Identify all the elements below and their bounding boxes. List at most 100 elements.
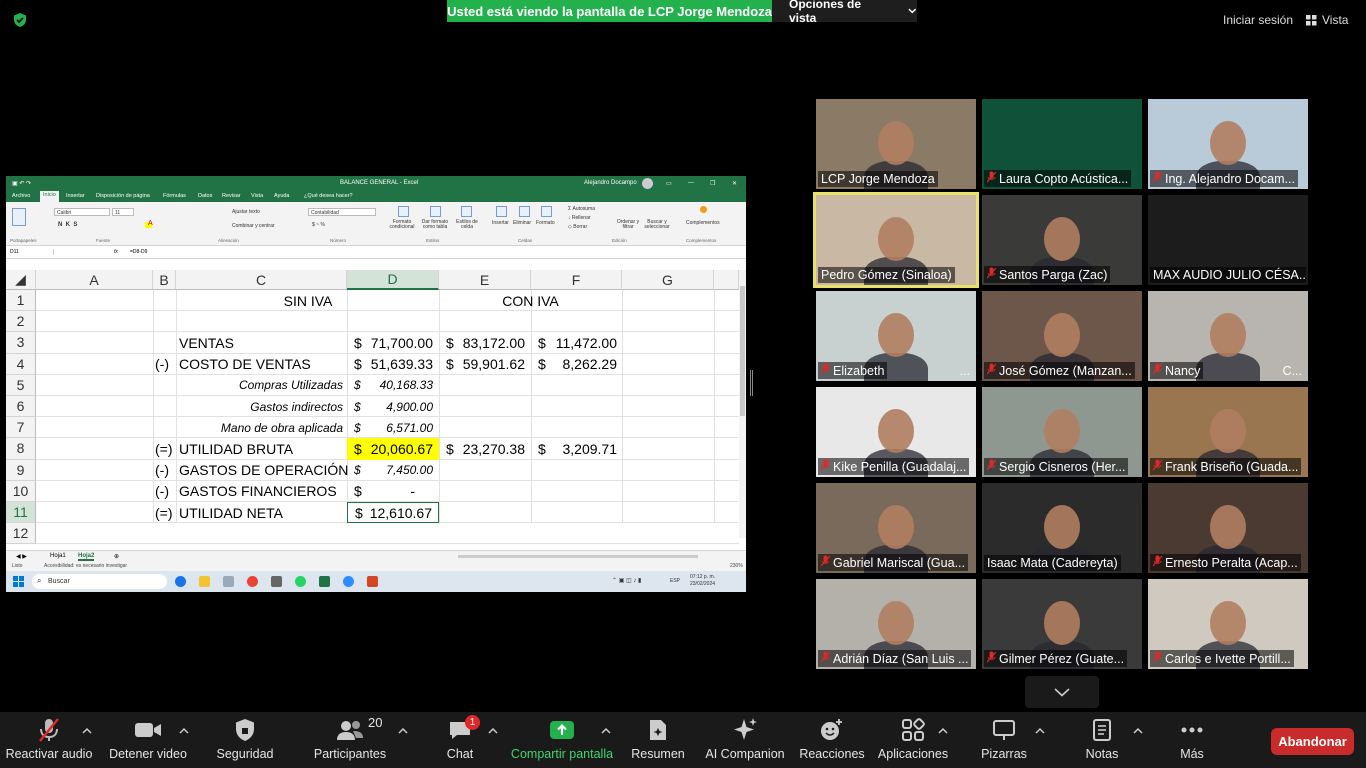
accessibility-status[interactable]: Accesibilidad: es necesario investigar bbox=[44, 563, 127, 569]
ai-companion-button[interactable]: AI Companion bbox=[702, 712, 788, 768]
cell-value-e[interactable]: $83,172.00 bbox=[439, 332, 531, 353]
addins-icon[interactable] bbox=[700, 206, 707, 213]
cell-label[interactable]: UTILIDAD NETA bbox=[179, 502, 347, 523]
stop-video-button[interactable]: Detener video bbox=[104, 712, 192, 768]
tab-revisar[interactable]: Revisar bbox=[222, 193, 241, 199]
format-cells-icon[interactable] bbox=[541, 206, 552, 217]
paste-icon[interactable] bbox=[12, 208, 26, 226]
more-button[interactable]: Más bbox=[1164, 712, 1220, 768]
apps-button[interactable]: Aplicaciones bbox=[874, 712, 952, 768]
tab-datos[interactable]: Datos bbox=[198, 193, 212, 199]
table-format-icon[interactable] bbox=[430, 206, 441, 217]
wrap-text-button[interactable]: Ajustar texto bbox=[232, 209, 260, 215]
cell-value-d[interactable]: $51,639.33 bbox=[347, 354, 439, 375]
cell-value-e[interactable]: $59,901.62 bbox=[439, 354, 531, 375]
row-header[interactable]: 5 bbox=[6, 374, 36, 396]
table-format-button[interactable]: Dar formato como tabla bbox=[420, 220, 450, 230]
minimize-icon[interactable]: — bbox=[688, 180, 694, 186]
calculator-icon[interactable] bbox=[271, 576, 282, 587]
insert-cells-button[interactable]: Insertar bbox=[492, 220, 509, 226]
video-options-caret-icon[interactable] bbox=[178, 726, 190, 736]
fill-button[interactable]: ↓ Rellenar bbox=[568, 215, 591, 221]
row-header[interactable]: 2 bbox=[6, 311, 36, 333]
chat-caret-icon[interactable] bbox=[487, 726, 499, 736]
conditional-format-icon[interactable] bbox=[398, 206, 409, 217]
row-header[interactable]: 11 bbox=[6, 502, 36, 524]
formula-input[interactable]: =D8-D9 bbox=[130, 249, 147, 255]
select-all-corner[interactable]: ◢ bbox=[6, 270, 36, 290]
row-header[interactable]: 6 bbox=[6, 396, 36, 418]
cell-label[interactable]: UTILIDAD BRUTA bbox=[179, 438, 347, 459]
cell-sign[interactable]: (-) bbox=[155, 481, 175, 502]
taskbar-search[interactable]: ⌕ Buscar bbox=[32, 574, 167, 589]
cell-label[interactable]: GASTOS DE OPERACIÓN bbox=[179, 460, 348, 481]
cell-value-d[interactable]: $20,060.67 bbox=[347, 438, 439, 460]
share-screen-button[interactable]: Compartir pantalla bbox=[508, 712, 616, 768]
maximize-icon[interactable]: ❐ bbox=[710, 180, 715, 187]
participant-tile[interactable]: Carlos e Ivette Portill... bbox=[1148, 579, 1308, 669]
row-header[interactable]: 10 bbox=[6, 480, 36, 502]
bold-button[interactable]: N K S bbox=[58, 222, 77, 228]
whatsapp-icon[interactable] bbox=[295, 576, 306, 587]
cell-label[interactable]: COSTO DE VENTAS bbox=[179, 354, 347, 375]
notes-button[interactable]: Notas bbox=[1074, 712, 1130, 768]
whiteboards-button[interactable]: Pizarras bbox=[972, 712, 1036, 768]
security-button[interactable]: Seguridad bbox=[210, 712, 280, 768]
apps-caret-icon[interactable] bbox=[937, 726, 949, 736]
zoom-icon[interactable] bbox=[343, 576, 354, 587]
share-caret-icon[interactable] bbox=[600, 726, 612, 736]
participant-tile[interactable]: Isaac Mata (Cadereyta) bbox=[982, 483, 1142, 573]
sign-in-button[interactable]: Iniciar sesión bbox=[1212, 9, 1304, 31]
worksheet-grid[interactable]: ◢ A B C D E F G SIN IVA CON IVA 12345678… bbox=[6, 270, 739, 545]
chat-button[interactable]: 1 Chat bbox=[432, 712, 488, 768]
file-explorer-icon[interactable] bbox=[199, 576, 210, 587]
cell-sign[interactable]: (=) bbox=[155, 438, 175, 459]
edge-icon[interactable] bbox=[175, 576, 186, 587]
add-sheet-icon[interactable]: ⊕ bbox=[114, 553, 119, 560]
find-select-button[interactable]: Buscar y seleccionar bbox=[642, 220, 672, 230]
cell-label[interactable]: Gastos indirectos bbox=[176, 396, 343, 417]
participant-tile[interactable]: Elizabeth... bbox=[816, 291, 976, 381]
participant-tile[interactable]: Ernesto Peralta (Acap... bbox=[1148, 483, 1308, 573]
participant-tile[interactable]: Kike Penilla (Guadalaj... bbox=[816, 387, 976, 477]
horizontal-scrollbar[interactable] bbox=[458, 555, 698, 558]
merge-center-button[interactable]: Combinar y centrar bbox=[232, 223, 275, 229]
cell-value-d[interactable]: $ - bbox=[347, 481, 439, 502]
splitter-handle[interactable] bbox=[750, 370, 753, 396]
windows-start-icon[interactable] bbox=[13, 576, 24, 587]
view-button[interactable]: Vista bbox=[1306, 9, 1360, 31]
row-header[interactable]: 9 bbox=[6, 459, 36, 481]
app-icon[interactable] bbox=[223, 576, 234, 587]
sheet-tab-hoja2[interactable]: Hoja2 bbox=[78, 553, 95, 561]
summary-button[interactable]: Resumen bbox=[628, 712, 688, 768]
participant-tile[interactable]: Ing. Alejandro Docam... bbox=[1148, 99, 1308, 189]
clear-button[interactable]: ◇ Borrar bbox=[568, 224, 587, 230]
participant-tile[interactable]: Gilmer Pérez (Guate... bbox=[982, 579, 1142, 669]
notes-caret-icon[interactable] bbox=[1132, 726, 1144, 736]
tab-ayuda[interactable]: Ayuda bbox=[274, 193, 290, 199]
delete-cells-button[interactable]: Eliminar bbox=[513, 220, 531, 226]
font-size-box[interactable]: 11 bbox=[112, 208, 134, 216]
view-options-button[interactable]: Opciones de vista bbox=[772, 0, 917, 25]
column-header-a[interactable]: A bbox=[36, 270, 153, 290]
whiteboards-caret-icon[interactable] bbox=[1034, 726, 1046, 736]
cell-value-d[interactable]: $4,900.00 bbox=[347, 396, 439, 417]
row-header[interactable]: 8 bbox=[6, 438, 36, 460]
gallery-next-page-button[interactable] bbox=[1025, 676, 1099, 708]
participants-caret-icon[interactable] bbox=[397, 726, 409, 736]
column-header-d[interactable]: D bbox=[347, 270, 439, 290]
cell-value-d[interactable]: $40,168.33 bbox=[347, 375, 439, 396]
sort-filter-button[interactable]: Ordenar y filtrar bbox=[614, 220, 642, 230]
leave-meeting-button[interactable]: Abandonar bbox=[1271, 728, 1354, 755]
tab-insertar[interactable]: Insertar bbox=[66, 193, 85, 199]
row-header[interactable]: 7 bbox=[6, 417, 36, 439]
cell-value-d[interactable]: $71,700.00 bbox=[347, 332, 439, 353]
avatar[interactable] bbox=[642, 178, 653, 189]
cell-label[interactable]: Mano de obra aplicada bbox=[176, 417, 343, 438]
participant-tile[interactable]: José Gómez (Manzan... bbox=[982, 291, 1142, 381]
tab-formulas[interactable]: Fórmulas bbox=[163, 193, 186, 199]
header-sin-iva[interactable]: SIN IVA bbox=[176, 290, 347, 311]
column-header-c[interactable]: C bbox=[176, 270, 347, 290]
participant-tile[interactable]: Laura Copto Acústica... bbox=[982, 99, 1142, 189]
audio-options-caret-icon[interactable] bbox=[81, 726, 93, 736]
